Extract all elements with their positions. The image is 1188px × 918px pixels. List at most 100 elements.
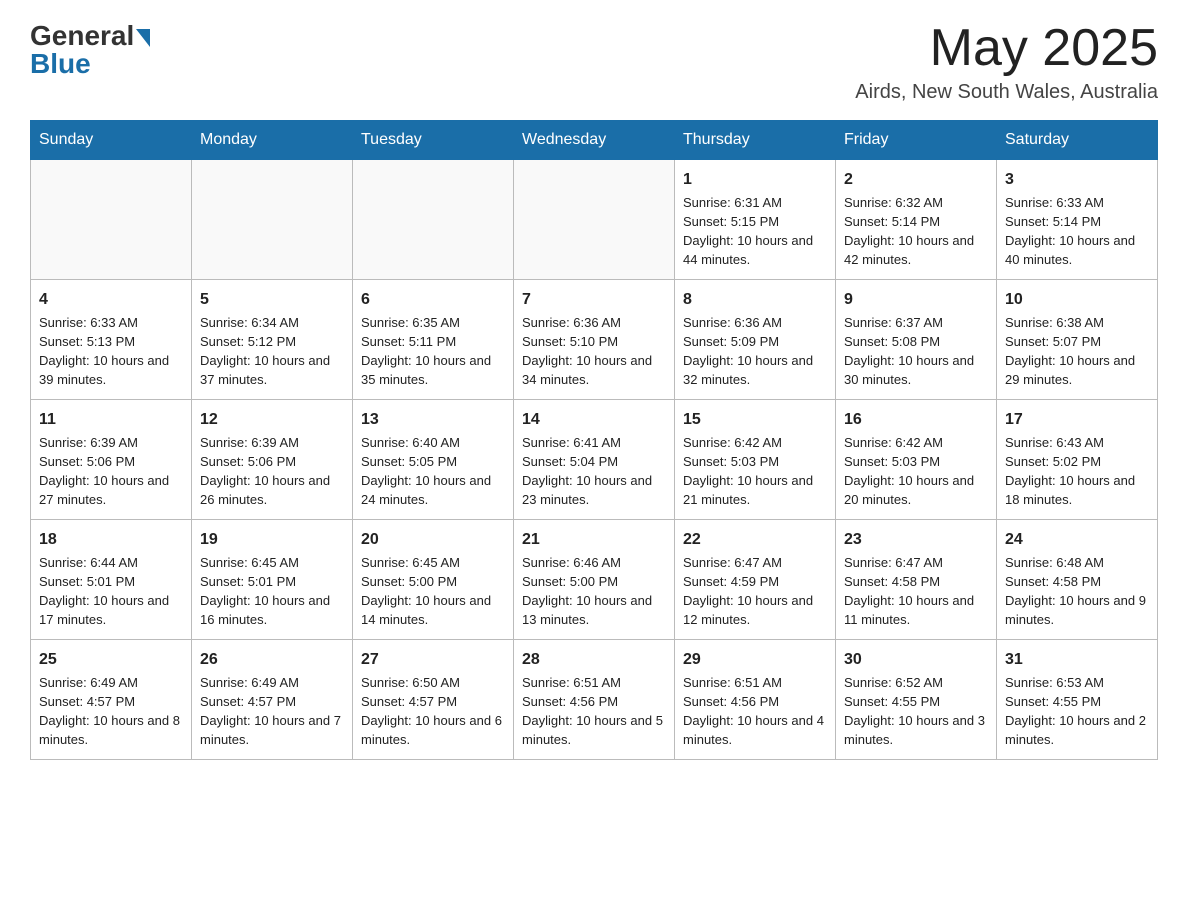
day-info: Sunrise: 6:39 AM Sunset: 5:06 PM Dayligh… <box>39 434 183 509</box>
day-info: Sunrise: 6:49 AM Sunset: 4:57 PM Dayligh… <box>200 674 344 749</box>
calendar-cell: 28 Sunrise: 6:51 AM Sunset: 4:56 PM Dayli… <box>514 640 675 760</box>
calendar-week-row: 11 Sunrise: 6:39 AM Sunset: 5:06 PM Dayli… <box>31 400 1158 520</box>
calendar-cell: 24 Sunrise: 6:48 AM Sunset: 4:58 PM Dayli… <box>997 520 1158 640</box>
day-number: 18 <box>39 528 183 551</box>
calendar-cell: 17Sunrise: 6:43 AM Sunset: 5:02 PM Dayli… <box>997 400 1158 520</box>
calendar-cell: 14 Sunrise: 6:41 AM Sunset: 5:04 PM Dayli… <box>514 400 675 520</box>
day-info: Sunrise: 6:37 AM Sunset: 5:08 PM Dayligh… <box>844 314 988 389</box>
day-number: 13 <box>361 408 505 431</box>
day-number: 17 <box>1005 408 1149 431</box>
day-number: 4 <box>39 288 183 311</box>
calendar-cell: 25 Sunrise: 6:49 AM Sunset: 4:57 PM Dayli… <box>31 640 192 760</box>
day-info: Sunrise: 6:33 AM Sunset: 5:14 PM Dayligh… <box>1005 194 1149 269</box>
page-header: General Blue May 2025 Airds, New South W… <box>30 20 1158 104</box>
calendar-cell: 3 Sunrise: 6:33 AM Sunset: 5:14 PM Daylig… <box>997 160 1158 280</box>
calendar-cell: 22 Sunrise: 6:47 AM Sunset: 4:59 PM Dayli… <box>675 520 836 640</box>
calendar-cell: 8Sunrise: 6:36 AM Sunset: 5:09 PM Daylig… <box>675 280 836 400</box>
day-info: Sunrise: 6:42 AM Sunset: 5:03 PM Dayligh… <box>683 434 827 509</box>
day-info: Sunrise: 6:36 AM Sunset: 5:09 PM Dayligh… <box>683 314 827 389</box>
day-number: 2 <box>844 168 988 191</box>
day-info: Sunrise: 6:49 AM Sunset: 4:57 PM Dayligh… <box>39 674 183 749</box>
calendar-cell: 20 Sunrise: 6:45 AM Sunset: 5:00 PM Dayli… <box>353 520 514 640</box>
day-number: 5 <box>200 288 344 311</box>
calendar-week-row: 4 Sunrise: 6:33 AM Sunset: 5:13 PM Daylig… <box>31 280 1158 400</box>
day-info: Sunrise: 6:39 AM Sunset: 5:06 PM Dayligh… <box>200 434 344 509</box>
calendar-cell: 19Sunrise: 6:45 AM Sunset: 5:01 PM Dayli… <box>192 520 353 640</box>
day-info: Sunrise: 6:52 AM Sunset: 4:55 PM Dayligh… <box>844 674 988 749</box>
calendar-week-row: 1 Sunrise: 6:31 AM Sunset: 5:15 PM Daylig… <box>31 160 1158 280</box>
day-number: 28 <box>522 648 666 671</box>
day-number: 12 <box>200 408 344 431</box>
day-info: Sunrise: 6:48 AM Sunset: 4:58 PM Dayligh… <box>1005 554 1149 629</box>
day-number: 25 <box>39 648 183 671</box>
calendar-header-row: SundayMondayTuesdayWednesdayThursdayFrid… <box>31 121 1158 160</box>
calendar-cell: 30 Sunrise: 6:52 AM Sunset: 4:55 PM Dayli… <box>836 640 997 760</box>
day-info: Sunrise: 6:36 AM Sunset: 5:10 PM Dayligh… <box>522 314 666 389</box>
day-number: 3 <box>1005 168 1149 191</box>
day-number: 6 <box>361 288 505 311</box>
day-number: 24 <box>1005 528 1149 551</box>
calendar-header-thursday: Thursday <box>675 121 836 160</box>
calendar-cell: 7Sunrise: 6:36 AM Sunset: 5:10 PM Daylig… <box>514 280 675 400</box>
calendar-cell: 13 Sunrise: 6:40 AM Sunset: 5:05 PM Dayli… <box>353 400 514 520</box>
day-number: 26 <box>200 648 344 671</box>
day-info: Sunrise: 6:33 AM Sunset: 5:13 PM Dayligh… <box>39 314 183 389</box>
day-info: Sunrise: 6:31 AM Sunset: 5:15 PM Dayligh… <box>683 194 827 269</box>
day-info: Sunrise: 6:53 AM Sunset: 4:55 PM Dayligh… <box>1005 674 1149 749</box>
calendar-cell <box>192 160 353 280</box>
calendar-cell: 16 Sunrise: 6:42 AM Sunset: 5:03 PM Dayli… <box>836 400 997 520</box>
day-info: Sunrise: 6:47 AM Sunset: 4:58 PM Dayligh… <box>844 554 988 629</box>
day-info: Sunrise: 6:45 AM Sunset: 5:01 PM Dayligh… <box>200 554 344 629</box>
calendar-cell: 1 Sunrise: 6:31 AM Sunset: 5:15 PM Daylig… <box>675 160 836 280</box>
month-title: May 2025 <box>855 20 1158 77</box>
logo-triangle-icon <box>136 29 150 47</box>
day-number: 11 <box>39 408 183 431</box>
calendar-cell <box>514 160 675 280</box>
day-number: 14 <box>522 408 666 431</box>
calendar-header-tuesday: Tuesday <box>353 121 514 160</box>
day-info: Sunrise: 6:35 AM Sunset: 5:11 PM Dayligh… <box>361 314 505 389</box>
day-number: 23 <box>844 528 988 551</box>
day-number: 21 <box>522 528 666 551</box>
day-number: 10 <box>1005 288 1149 311</box>
day-info: Sunrise: 6:44 AM Sunset: 5:01 PM Dayligh… <box>39 554 183 629</box>
day-number: 30 <box>844 648 988 671</box>
calendar-cell: 4 Sunrise: 6:33 AM Sunset: 5:13 PM Daylig… <box>31 280 192 400</box>
calendar-cell: 26 Sunrise: 6:49 AM Sunset: 4:57 PM Dayli… <box>192 640 353 760</box>
calendar-cell: 11 Sunrise: 6:39 AM Sunset: 5:06 PM Dayli… <box>31 400 192 520</box>
location-subtitle: Airds, New South Wales, Australia <box>855 81 1158 104</box>
calendar-week-row: 18 Sunrise: 6:44 AM Sunset: 5:01 PM Dayli… <box>31 520 1158 640</box>
day-info: Sunrise: 6:41 AM Sunset: 5:04 PM Dayligh… <box>522 434 666 509</box>
day-number: 22 <box>683 528 827 551</box>
day-number: 16 <box>844 408 988 431</box>
calendar-header-friday: Friday <box>836 121 997 160</box>
day-info: Sunrise: 6:51 AM Sunset: 4:56 PM Dayligh… <box>683 674 827 749</box>
day-number: 20 <box>361 528 505 551</box>
logo-blue-text: Blue <box>30 48 91 80</box>
day-info: Sunrise: 6:47 AM Sunset: 4:59 PM Dayligh… <box>683 554 827 629</box>
calendar-cell: 6 Sunrise: 6:35 AM Sunset: 5:11 PM Daylig… <box>353 280 514 400</box>
calendar-header-wednesday: Wednesday <box>514 121 675 160</box>
calendar-cell: 21 Sunrise: 6:46 AM Sunset: 5:00 PM Dayli… <box>514 520 675 640</box>
day-number: 15 <box>683 408 827 431</box>
calendar-header-monday: Monday <box>192 121 353 160</box>
calendar-cell: 23 Sunrise: 6:47 AM Sunset: 4:58 PM Dayli… <box>836 520 997 640</box>
calendar-cell: 29 Sunrise: 6:51 AM Sunset: 4:56 PM Dayli… <box>675 640 836 760</box>
day-info: Sunrise: 6:40 AM Sunset: 5:05 PM Dayligh… <box>361 434 505 509</box>
day-info: Sunrise: 6:45 AM Sunset: 5:00 PM Dayligh… <box>361 554 505 629</box>
calendar-cell: 5Sunrise: 6:34 AM Sunset: 5:12 PM Daylig… <box>192 280 353 400</box>
day-number: 31 <box>1005 648 1149 671</box>
day-number: 1 <box>683 168 827 191</box>
day-info: Sunrise: 6:42 AM Sunset: 5:03 PM Dayligh… <box>844 434 988 509</box>
day-number: 9 <box>844 288 988 311</box>
day-info: Sunrise: 6:38 AM Sunset: 5:07 PM Dayligh… <box>1005 314 1149 389</box>
calendar-cell: 15 Sunrise: 6:42 AM Sunset: 5:03 PM Dayli… <box>675 400 836 520</box>
day-number: 29 <box>683 648 827 671</box>
calendar-cell <box>353 160 514 280</box>
day-number: 27 <box>361 648 505 671</box>
calendar-header-saturday: Saturday <box>997 121 1158 160</box>
day-info: Sunrise: 6:51 AM Sunset: 4:56 PM Dayligh… <box>522 674 666 749</box>
day-info: Sunrise: 6:50 AM Sunset: 4:57 PM Dayligh… <box>361 674 505 749</box>
calendar-cell: 2Sunrise: 6:32 AM Sunset: 5:14 PM Daylig… <box>836 160 997 280</box>
day-info: Sunrise: 6:46 AM Sunset: 5:00 PM Dayligh… <box>522 554 666 629</box>
